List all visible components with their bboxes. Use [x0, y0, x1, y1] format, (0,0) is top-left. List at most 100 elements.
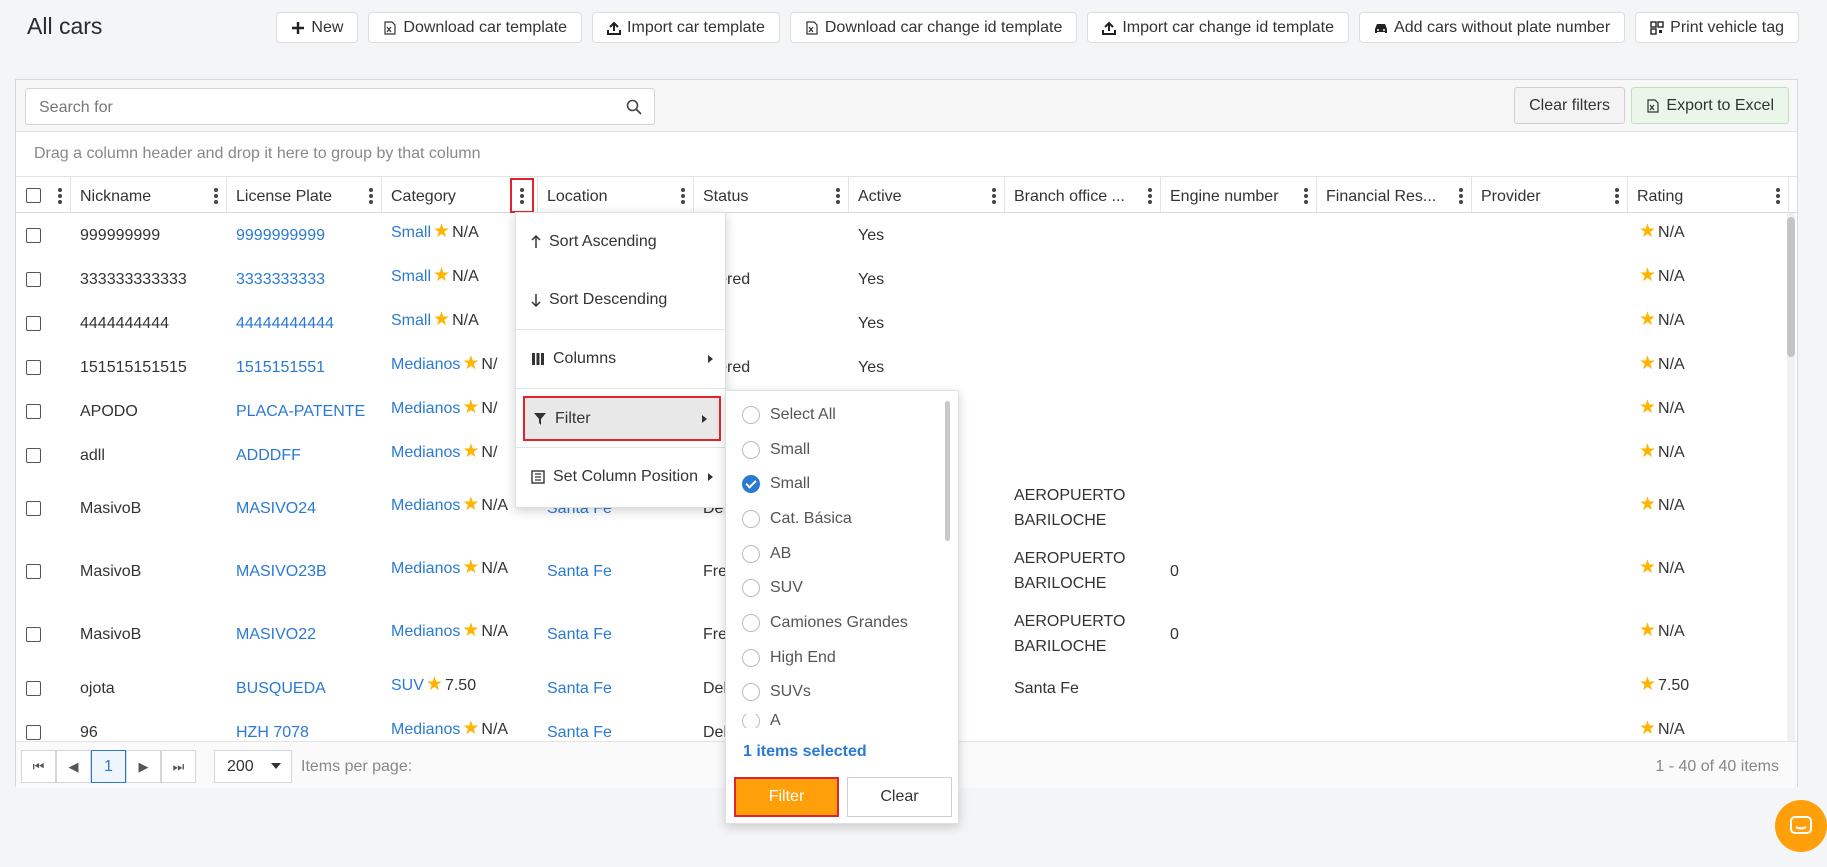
table-row[interactable]: 4444444444 44444444444 Small★N/A e Yes ★… [16, 301, 1787, 345]
filter-option[interactable]: Small [742, 438, 810, 462]
license-plate-link[interactable]: 9999999999 [236, 223, 325, 248]
license-plate-link[interactable]: PLACA-PATENTE [236, 399, 365, 424]
export-to-excel-button[interactable]: Export to Excel [1631, 87, 1789, 124]
header-branch-office[interactable]: Branch office ... [1005, 177, 1161, 213]
checkbox-icon[interactable] [742, 614, 760, 632]
column-menu-icon[interactable] [58, 188, 62, 204]
filter-option[interactable]: SUVs [742, 680, 811, 704]
row-checkbox[interactable] [26, 228, 41, 243]
next-page-button[interactable]: ▶ [126, 750, 161, 783]
license-plate-link[interactable]: MASIVO24 [236, 496, 316, 521]
row-checkbox[interactable] [26, 627, 41, 642]
header-nickname[interactable]: Nickname [71, 177, 227, 213]
filter-option[interactable]: Camiones Grandes [742, 611, 908, 635]
header-provider[interactable]: Provider [1472, 177, 1628, 213]
sort-descending-item[interactable]: Sort Descending [516, 271, 725, 329]
chat-launcher-button[interactable] [1775, 800, 1827, 852]
search-icon[interactable] [626, 99, 642, 115]
print-vehicle-tag-button[interactable]: Print vehicle tag [1635, 12, 1799, 43]
category-link[interactable]: SUV [391, 677, 424, 694]
category-link[interactable]: Medianos [391, 623, 460, 640]
table-scrollbar[interactable] [1787, 213, 1795, 741]
table-scrollbar-thumb[interactable] [1787, 217, 1795, 357]
last-page-button[interactable]: ⏭ [161, 750, 196, 783]
checkbox-icon[interactable] [742, 545, 760, 563]
license-plate-link[interactable]: BUSQUEDA [236, 676, 326, 701]
import-car-template-button[interactable]: Import car template [592, 12, 780, 43]
table-row[interactable]: 333333333333 3333333333 Small ★ N/A livere… [16, 257, 1787, 301]
row-checkbox[interactable] [26, 501, 41, 516]
license-plate-link[interactable]: MASIVO22 [236, 622, 316, 647]
column-menu-icon[interactable] [369, 188, 373, 204]
filter-option[interactable]: Select All [742, 403, 836, 427]
category-link[interactable]: Small [391, 312, 431, 329]
header-rating[interactable]: Rating [1628, 177, 1789, 213]
page-number-button[interactable]: 1 [91, 750, 126, 783]
sort-ascending-item[interactable]: Sort Ascending [516, 213, 725, 271]
checkbox-icon[interactable] [742, 579, 760, 597]
header-status[interactable]: Status [694, 177, 849, 213]
checkbox-icon[interactable] [742, 683, 760, 701]
header-engine-number[interactable]: Engine number [1161, 177, 1317, 213]
row-checkbox[interactable] [26, 360, 41, 375]
checkbox-icon[interactable] [742, 649, 760, 667]
row-checkbox[interactable] [26, 725, 41, 740]
search-input[interactable]: Search for [25, 88, 655, 125]
category-link[interactable]: Medianos [391, 444, 460, 461]
columns-item[interactable]: Columns [516, 330, 725, 388]
filter-option[interactable]: Small [742, 472, 810, 496]
column-menu-icon[interactable] [1148, 188, 1152, 204]
column-menu-icon[interactable] [214, 188, 218, 204]
new-button[interactable]: New [276, 12, 359, 43]
checkbox-icon[interactable] [742, 441, 760, 459]
clear-filter-button[interactable]: Clear [847, 777, 952, 817]
group-drop-area[interactable]: Drag a column header and drop it here to… [16, 132, 1797, 177]
column-menu-icon[interactable] [681, 188, 685, 204]
import-change-id-template-button[interactable]: Import car change id template [1087, 12, 1350, 43]
download-change-id-template-button[interactable]: Download car change id template [789, 12, 1078, 43]
location-link[interactable]: Santa Fe [547, 559, 612, 584]
row-checkbox[interactable] [26, 564, 41, 579]
header-financial[interactable]: Financial Res... [1317, 177, 1472, 213]
category-link[interactable]: Small [391, 268, 431, 285]
checkbox-icon[interactable] [742, 714, 760, 728]
page-size-select[interactable]: 200 [214, 750, 292, 783]
license-plate-link[interactable]: 1515151551 [236, 355, 325, 380]
filter-option[interactable]: Cat. Básica [742, 507, 852, 531]
license-plate-link[interactable]: MASIVO23B [236, 559, 327, 584]
row-checkbox[interactable] [26, 272, 41, 287]
column-menu-icon[interactable] [1304, 188, 1308, 204]
filter-option[interactable]: SUV [742, 576, 803, 600]
header-license-plate[interactable]: License Plate [227, 177, 382, 213]
license-plate-link[interactable]: HZH 7078 [236, 720, 309, 741]
license-plate-link[interactable]: ADDDFF [236, 443, 301, 468]
location-link[interactable]: Santa Fe [547, 720, 612, 741]
filter-item[interactable]: Filter [523, 396, 721, 441]
category-link[interactable]: Medianos [391, 560, 460, 577]
checkbox-icon[interactable] [742, 510, 760, 528]
header-location[interactable]: Location [538, 177, 694, 213]
row-checkbox[interactable] [26, 448, 41, 463]
header-active[interactable]: Active [849, 177, 1005, 213]
column-menu-icon[interactable] [1459, 188, 1463, 204]
first-page-button[interactable]: ⏮ [21, 750, 56, 783]
filter-option[interactable]: A [742, 714, 781, 728]
set-column-position-item[interactable]: Set Column Position [516, 448, 725, 506]
row-checkbox[interactable] [26, 681, 41, 696]
select-all-checkbox[interactable] [26, 188, 41, 203]
filter-option[interactable]: AB [742, 542, 791, 566]
license-plate-link[interactable]: 3333333333 [236, 267, 325, 292]
apply-filter-button[interactable]: Filter [734, 777, 839, 817]
checkbox-icon[interactable] [742, 406, 760, 424]
clear-filters-button[interactable]: Clear filters [1514, 87, 1625, 124]
row-checkbox[interactable] [26, 404, 41, 419]
category-link[interactable]: Small [391, 224, 431, 241]
add-cars-without-plate-button[interactable]: Add cars without plate number [1359, 12, 1626, 43]
table-row[interactable]: 999999999 9999999999 Small★N/A e Yes ★N/… [16, 213, 1787, 257]
filter-list-scrollbar[interactable] [945, 401, 950, 541]
column-menu-icon[interactable] [992, 188, 996, 204]
filter-option[interactable]: High End [742, 646, 836, 670]
location-link[interactable]: Santa Fe [547, 622, 612, 647]
column-menu-icon[interactable] [1776, 188, 1780, 204]
header-category[interactable]: Category [382, 177, 538, 213]
